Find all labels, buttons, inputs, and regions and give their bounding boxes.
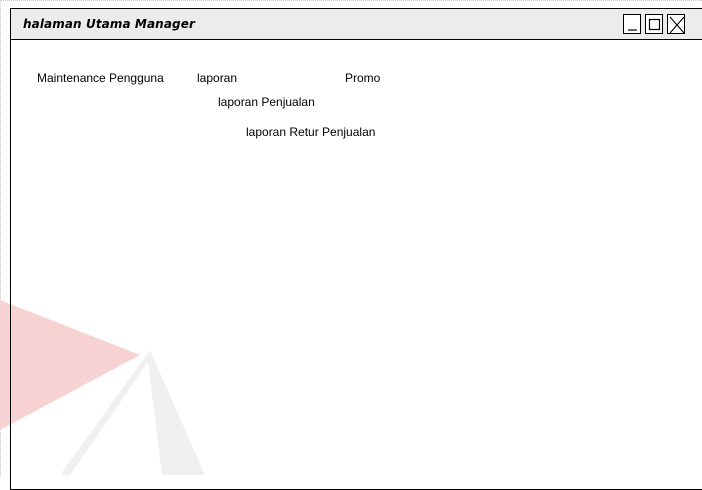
- title-bar: halaman Utama Manager: [11, 9, 702, 40]
- page-border-top: [0, 0, 702, 1]
- minimize-button[interactable]: [623, 14, 641, 34]
- menu-promo[interactable]: Promo: [345, 71, 380, 85]
- menu-maintenance-pengguna[interactable]: Maintenance Pengguna: [37, 71, 164, 85]
- page-border-left: [0, 0, 1, 475]
- maximize-button[interactable]: [645, 14, 663, 34]
- close-icon: [669, 16, 685, 34]
- submenu-laporan-penjualan[interactable]: laporan Penjualan: [218, 95, 315, 109]
- maximize-icon: [648, 18, 661, 31]
- close-button[interactable]: [667, 14, 685, 34]
- manager-main-window: halaman Utama Manager Maintenance Penggu…: [10, 8, 702, 490]
- minimize-icon: [628, 29, 637, 31]
- menu-laporan[interactable]: laporan: [197, 71, 237, 85]
- submenu-laporan-retur-penjualan[interactable]: laporan Retur Penjualan: [246, 125, 375, 139]
- window-title: halaman Utama Manager: [23, 17, 195, 31]
